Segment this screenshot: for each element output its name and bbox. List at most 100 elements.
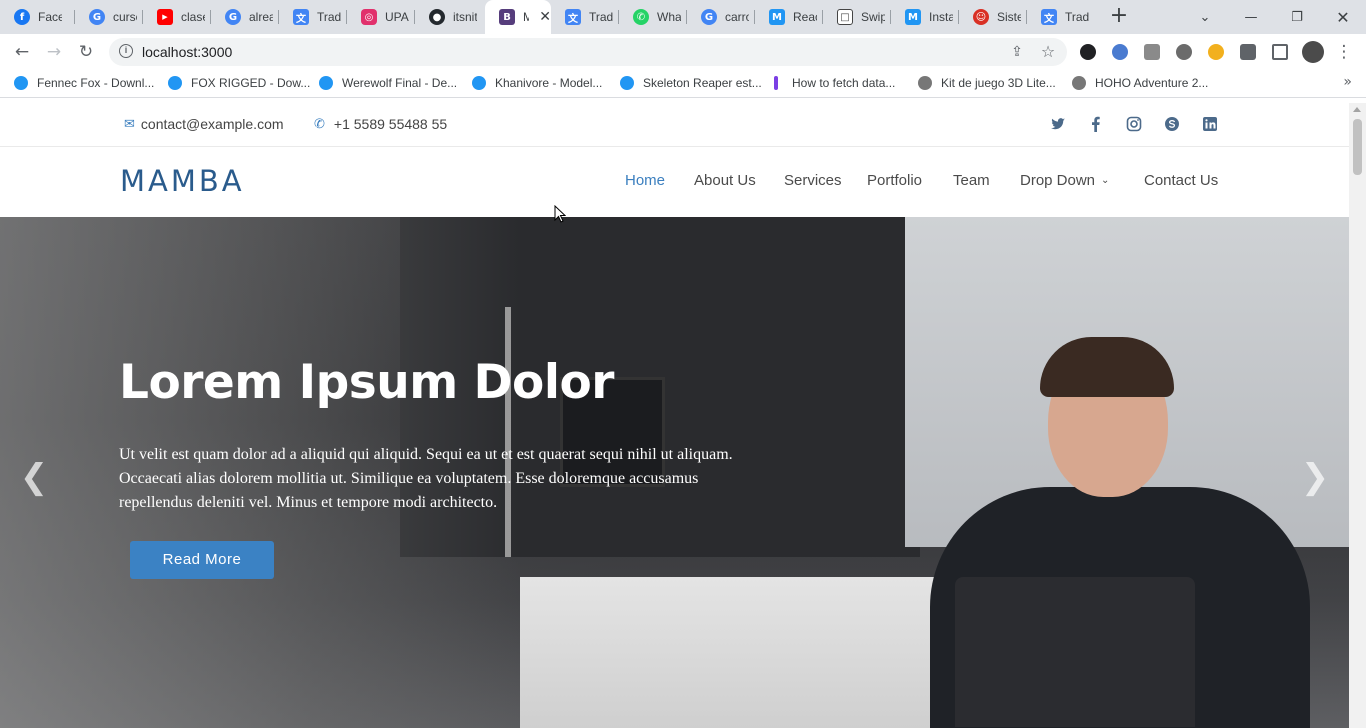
bookmark-icon — [14, 76, 28, 90]
scrollbar-thumb[interactable] — [1353, 119, 1362, 175]
browser-tab-install[interactable]: M Instal — [891, 0, 959, 34]
new-tab-button[interactable]: + — [1107, 5, 1131, 29]
extension-icon[interactable] — [1080, 44, 1096, 60]
hero-carousel: Lorem Ipsum Dolor Ut velit est quam dolo… — [0, 217, 1349, 728]
browser-tab-strip: f Faceb G cursc ▶ clase G alrea 文 Tradu … — [0, 0, 1366, 34]
instagram-icon[interactable] — [1126, 116, 1142, 132]
tab-search-button[interactable]: ⌄ — [1182, 0, 1228, 34]
bookmark-item[interactable]: Werewolf Final - De... — [319, 76, 457, 90]
bug-extension-icon[interactable] — [1176, 44, 1192, 60]
site-logo[interactable]: MAMBA — [120, 164, 245, 198]
browser-tab-active[interactable]: B M ✕ — [485, 0, 551, 34]
browser-tab-translate-2[interactable]: 文 Tradu — [551, 0, 619, 34]
close-window-button[interactable]: ✕ — [1320, 0, 1366, 34]
extension-icon[interactable] — [1144, 44, 1160, 60]
side-panel-icon[interactable] — [1272, 44, 1288, 60]
skype-icon[interactable] — [1164, 116, 1180, 132]
browser-tab-youtube[interactable]: ▶ clase — [143, 0, 211, 34]
page-viewport: ✉ contact@example.com ✆ +1 5589 55488 55… — [0, 103, 1366, 728]
page-scrollbar[interactable] — [1349, 103, 1366, 728]
bookmarks-overflow-icon[interactable]: » — [1343, 74, 1352, 90]
nav-home[interactable]: Home — [625, 172, 665, 189]
browser-menu-icon[interactable]: ⋮ — [1332, 40, 1356, 64]
browser-tab-swiper[interactable]: □ Swipe — [823, 0, 891, 34]
back-button[interactable]: ← — [10, 40, 34, 64]
tab-title: carro — [725, 10, 749, 24]
facebook-icon[interactable] — [1088, 116, 1104, 132]
nav-portfolio[interactable]: Portfolio — [867, 172, 922, 189]
bookmark-label: HOHO Adventure 2... — [1095, 76, 1209, 90]
bookmark-star-icon[interactable]: ☆ — [1040, 44, 1056, 60]
reload-button[interactable]: ↻ — [74, 40, 98, 64]
nav-drop-down[interactable]: Drop Down ⌄ — [1020, 172, 1109, 189]
linkedin-icon[interactable] — [1202, 116, 1218, 132]
bootstrap-icon: B — [499, 9, 515, 25]
close-tab-icon[interactable]: ✕ — [539, 9, 551, 25]
nav-about-us[interactable]: About Us — [694, 172, 756, 189]
extension-icon[interactable] — [1112, 44, 1128, 60]
forward-button[interactable]: → — [42, 40, 66, 64]
tab-title: Tradu — [1065, 10, 1089, 24]
extension-icon[interactable] — [1208, 44, 1224, 60]
bookmark-item[interactable]: Skeleton Reaper est... — [620, 76, 762, 90]
google-icon: G — [89, 9, 105, 25]
browser-tab-facebook[interactable]: f Faceb — [0, 0, 75, 34]
scroll-up-arrow-icon[interactable] — [1353, 107, 1361, 112]
read-more-button[interactable]: Read More — [130, 541, 274, 579]
browser-tab-google-carro[interactable]: G carro — [687, 0, 755, 34]
email-text[interactable]: contact@example.com — [141, 116, 284, 132]
carousel-next-arrow-icon[interactable]: ❯ — [1300, 457, 1330, 497]
contact-phone: ✆ +1 5589 55488 55 — [314, 116, 447, 132]
browser-toolbar: ← → ↻ i localhost:3000 ⇪ ☆ ⋮ — [0, 34, 1366, 70]
carousel-prev-arrow-icon[interactable]: ❮ — [19, 457, 49, 497]
tab-title: M — [523, 10, 530, 24]
youtube-icon: ▶ — [157, 9, 173, 25]
translate-icon: 文 — [1041, 9, 1057, 25]
browser-tab-translate-3[interactable]: 文 Tradu — [1027, 0, 1095, 34]
tab-title: Faceb — [38, 10, 62, 24]
browser-tab-sister[interactable]: ☺ Sister — [959, 0, 1027, 34]
twitter-icon[interactable] — [1050, 116, 1066, 132]
phone-icon: ✆ — [314, 116, 325, 132]
bookmark-item[interactable]: How to fetch data... — [774, 76, 895, 90]
mui-icon: M — [905, 9, 921, 25]
browser-tab-react[interactable]: M React — [755, 0, 823, 34]
bookmark-item[interactable]: HOHO Adventure 2... — [1072, 76, 1208, 90]
nav-team[interactable]: Team — [953, 172, 990, 189]
bookmark-label: Kit de juego 3D Lite... — [941, 76, 1056, 90]
bookmark-item[interactable]: Kit de juego 3D Lite... — [918, 76, 1056, 90]
extensions-puzzle-icon[interactable] — [1240, 44, 1256, 60]
bookmark-item[interactable]: FOX RIGGED - Dow... — [168, 76, 310, 90]
bookmarks-bar: Fennec Fox - Downl... FOX RIGGED - Dow..… — [0, 70, 1366, 98]
url-text[interactable]: localhost:3000 — [142, 44, 232, 60]
browser-tab-whatsapp[interactable]: ✆ What — [619, 0, 687, 34]
nav-drop-down-label: Drop Down — [1020, 172, 1096, 189]
hero-title: Lorem Ipsum Dolor — [119, 355, 614, 410]
nav-contact-us[interactable]: Contact Us — [1144, 172, 1218, 189]
bookmark-item[interactable]: Khanivore - Model... — [472, 76, 602, 90]
bookmark-item[interactable]: Fennec Fox - Downl... — [14, 76, 154, 90]
bookmark-icon — [472, 76, 486, 90]
profile-avatar[interactable] — [1302, 41, 1324, 63]
nav-services[interactable]: Services — [784, 172, 842, 189]
address-bar[interactable]: i localhost:3000 ⇪ ☆ — [109, 38, 1067, 66]
restore-button[interactable]: ❐ — [1274, 0, 1320, 34]
bookmark-label: Werewolf Final - De... — [342, 76, 458, 90]
sister-icon: ☺ — [973, 9, 989, 25]
browser-tab-google-already[interactable]: G alrea — [211, 0, 279, 34]
envelope-icon: ✉ — [124, 116, 135, 132]
browser-tab-github[interactable]: ● itsnit — [415, 0, 485, 34]
site-info-icon[interactable]: i — [119, 44, 133, 58]
contact-email[interactable]: ✉ contact@example.com — [124, 116, 284, 132]
site-header: MAMBA Home About Us Services Portfolio T… — [0, 147, 1349, 217]
minimize-button[interactable]: — — [1228, 0, 1274, 34]
browser-tab-google-cursos[interactable]: G cursc — [75, 0, 143, 34]
browser-tab-instagram[interactable]: ◎ UPAL — [347, 0, 415, 34]
bookmark-label: FOX RIGGED - Dow... — [191, 76, 311, 90]
share-icon[interactable]: ⇪ — [1009, 44, 1025, 60]
browser-tab-translate-1[interactable]: 文 Tradu — [279, 0, 347, 34]
tab-title: What — [657, 10, 681, 24]
mui-icon: M — [769, 9, 785, 25]
tab-title: React — [793, 10, 817, 24]
tab-title: Sister — [997, 10, 1021, 24]
